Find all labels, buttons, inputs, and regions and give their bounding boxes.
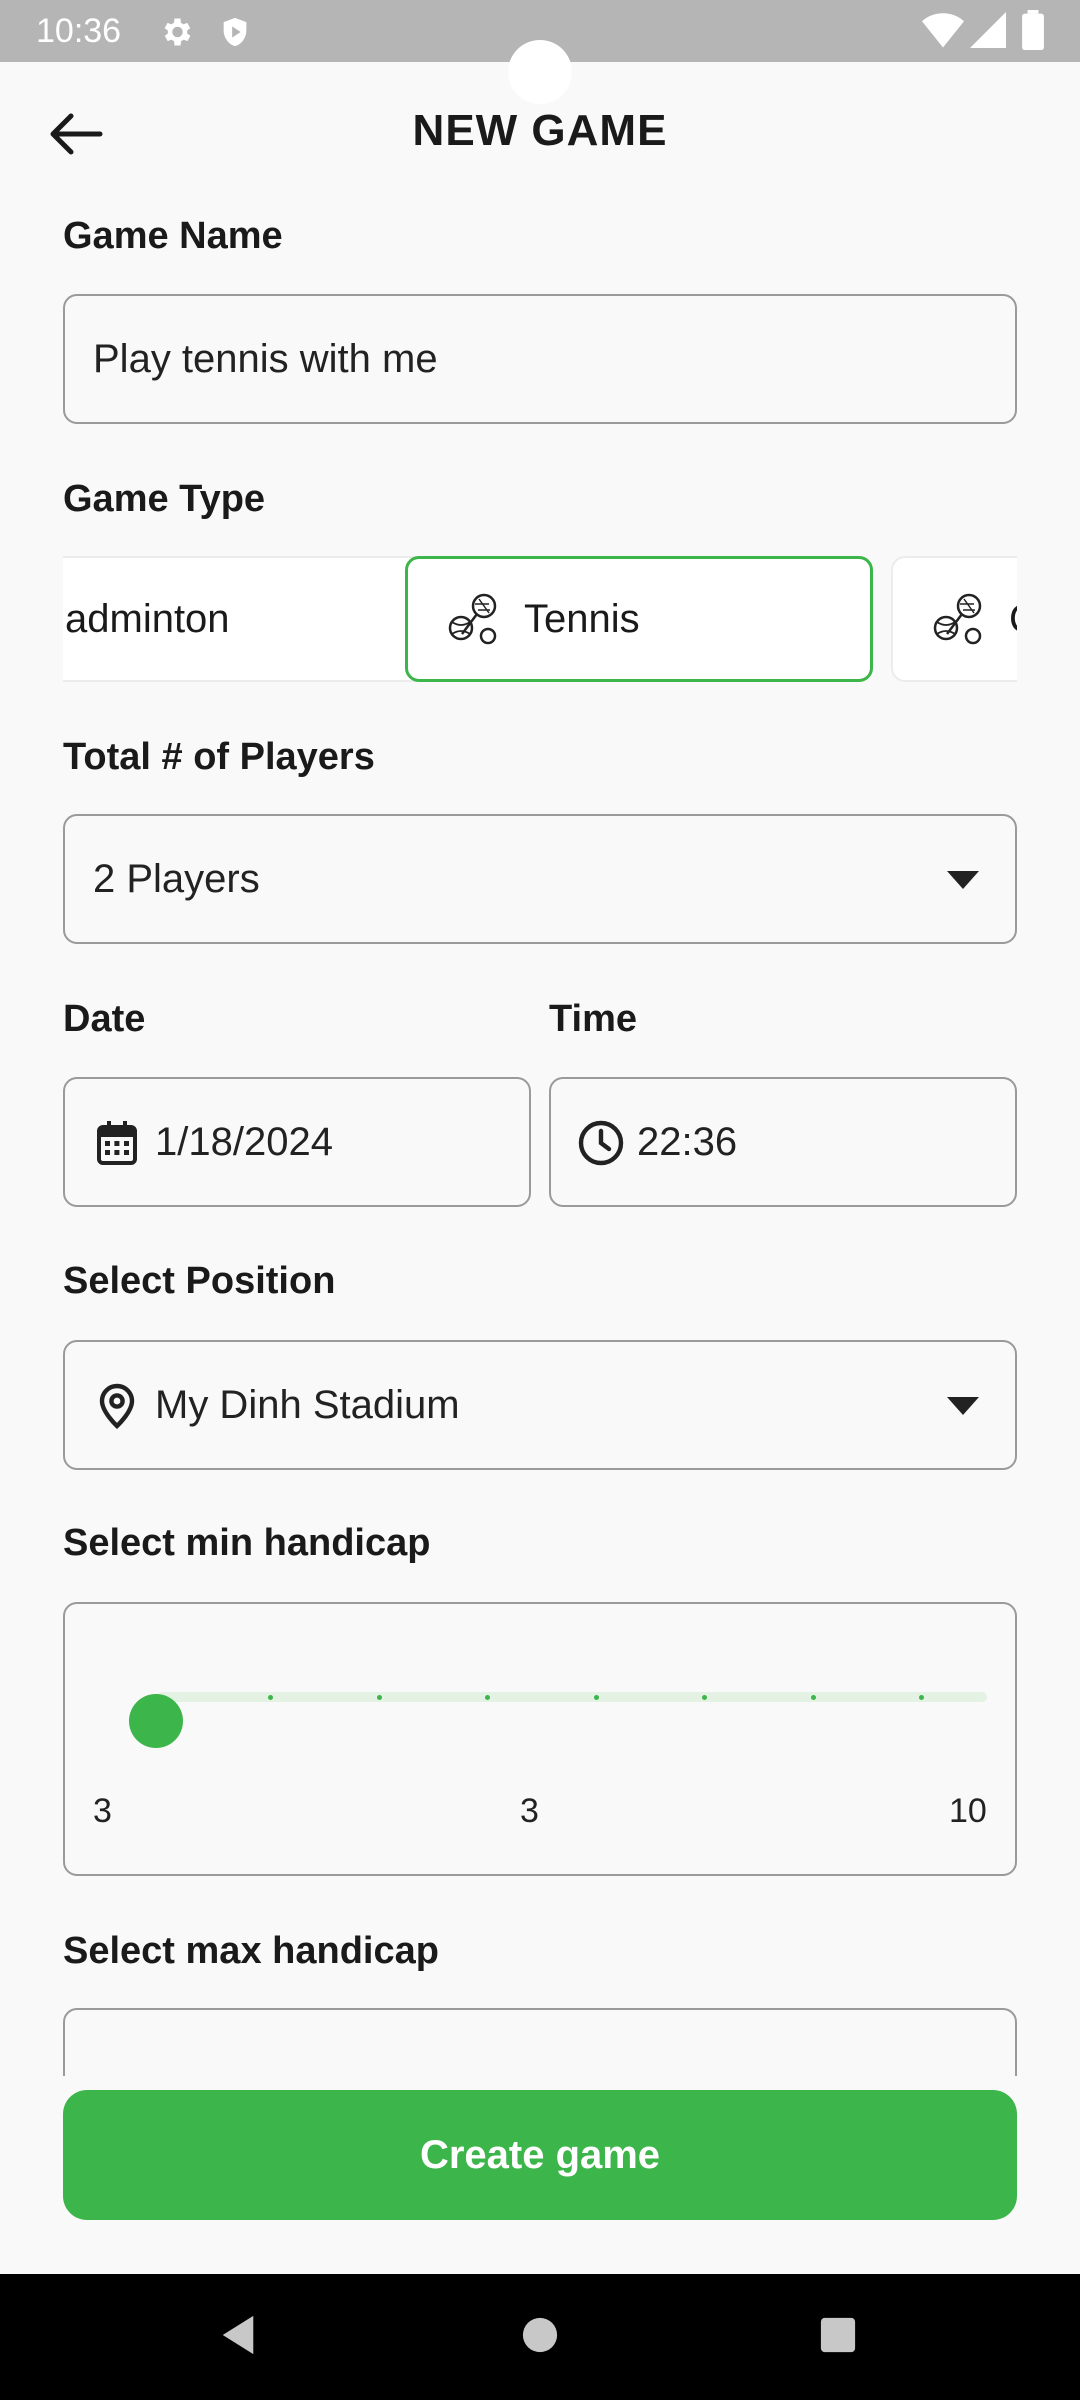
game-type-chip-label: adminton [65,596,230,641]
nav-home-icon [521,2316,559,2359]
calendar-icon [95,1119,139,1172]
time-label: Time [549,998,638,1040]
players-select[interactable]: 2 Players [63,814,1017,944]
date-picker[interactable]: 1/18/2024 [63,1077,531,1207]
shield-icon [218,14,252,55]
max-handicap-label: Select max handicap [63,1930,439,1972]
nav-recents-button[interactable] [778,2274,898,2400]
game-type-chip-badminton[interactable]: adminton [63,556,447,682]
min-handicap-max-label: 10 [949,1792,987,1830]
min-handicap-slider-track[interactable] [157,1692,987,1702]
game-type-chip-other[interactable]: C [891,556,1017,682]
game-type-chip-tennis[interactable]: Tennis [405,556,873,682]
sports-icon [929,590,987,648]
wifi-icon [922,12,964,53]
min-handicap-card: 3 3 10 [63,1602,1017,1876]
time-picker[interactable]: 22:36 [549,1077,1017,1207]
position-label: Select Position [63,1260,336,1302]
gear-icon [158,14,194,55]
date-label: Date [63,998,146,1040]
dropdown-arrow-icon [947,871,979,889]
min-handicap-label: Select min handicap [63,1522,431,1564]
sports-icon [444,590,502,648]
players-value: 2 Players [93,856,260,901]
players-label: Total # of Players [63,736,375,778]
cell-signal-icon [970,12,1006,53]
location-pin-icon [97,1382,137,1435]
page-title: NEW GAME [412,106,668,155]
max-handicap-card-clip [63,2008,1017,2076]
battery-icon [1022,10,1044,55]
system-nav-bar [0,2274,1080,2400]
game-type-chip-label: Tennis [524,596,640,641]
nav-back-icon [218,2314,258,2361]
game-name-label: Game Name [63,215,283,257]
game-type-chip-label: C [1009,597,1017,642]
date-value: 1/18/2024 [155,1119,333,1164]
min-handicap-current-label: 3 [520,1792,539,1830]
game-type-carousel[interactable]: adminton Tennis C [63,556,1017,684]
camera-cutout [508,40,572,104]
game-name-input[interactable]: Play tennis with me [63,294,1017,424]
position-value: My Dinh Stadium [155,1382,460,1427]
clock-icon [577,1119,625,1172]
nav-home-button[interactable] [480,2274,600,2400]
game-type-label: Game Type [63,478,266,520]
time-value: 22:36 [637,1119,738,1164]
status-time: 10:36 [36,12,122,50]
max-handicap-card [63,2008,1017,2076]
min-handicap-min-label: 3 [93,1792,112,1830]
create-game-button[interactable]: Create game [63,2090,1017,2220]
nav-recents-icon [819,2316,857,2359]
dropdown-arrow-icon [947,1397,979,1415]
game-name-value: Play tennis with me [93,336,438,381]
position-select[interactable]: My Dinh Stadium [63,1340,1017,1470]
min-handicap-slider-thumb[interactable] [129,1694,183,1748]
nav-back-button[interactable] [178,2274,298,2400]
